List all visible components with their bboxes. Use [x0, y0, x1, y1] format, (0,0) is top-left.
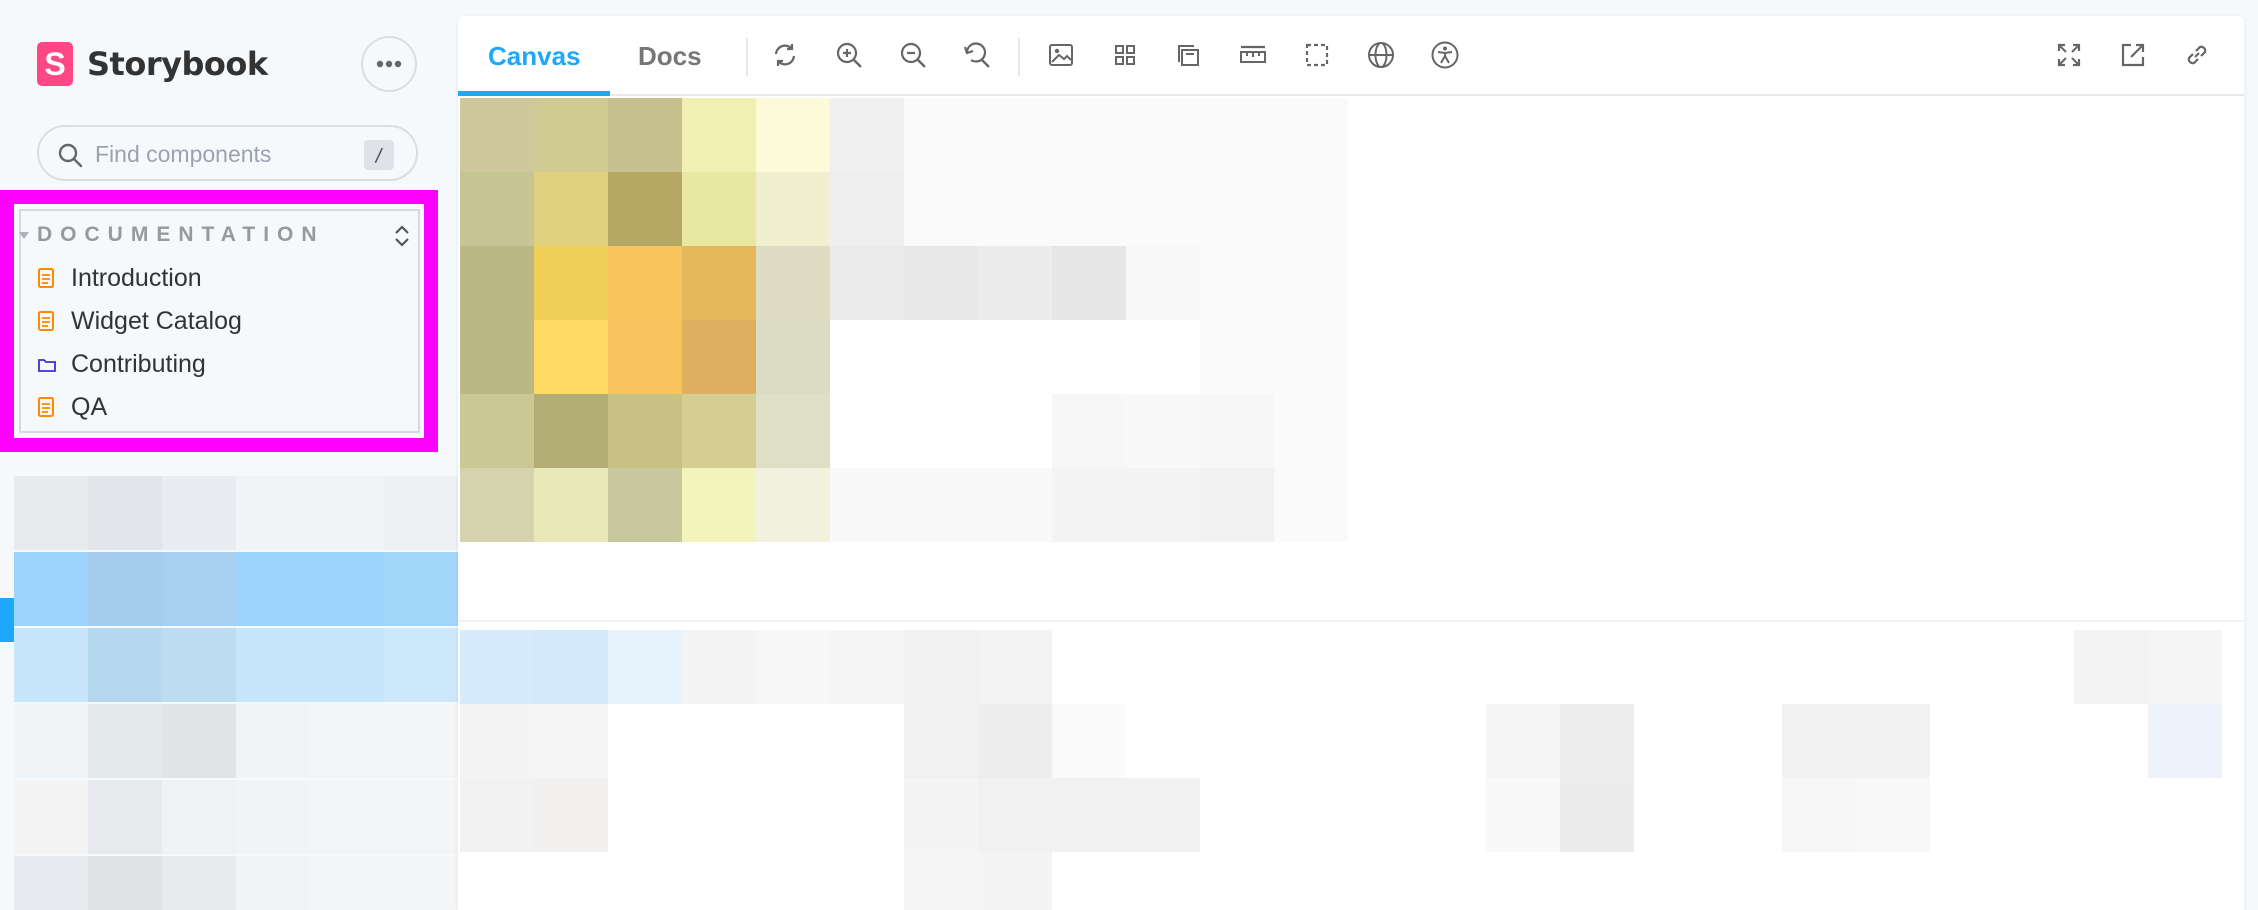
copy-link-icon [2187, 45, 2207, 65]
sidebar: S Storybook / DOCUMENTATION [0, 0, 458, 910]
zoom-out-button[interactable] [896, 38, 930, 72]
folder-icon [37, 353, 57, 375]
globe-icon [1368, 42, 1394, 68]
tree-item-introduction[interactable]: Introduction [37, 261, 202, 295]
brand-name: Storybook [87, 45, 268, 83]
measure-button[interactable] [1236, 38, 1270, 72]
ellipsis-icon [376, 60, 402, 68]
documentation-title: DOCUMENTATION [37, 223, 325, 246]
tree-item-label: Introduction [71, 263, 202, 292]
accessibility-icon [1431, 41, 1459, 69]
grid-icon [1115, 45, 1135, 65]
background-icon [1049, 44, 1073, 66]
documentation-header[interactable]: DOCUMENTATION [19, 221, 418, 251]
documentation-highlight: DOCUMENTATION Introduction Widget Catalo… [0, 190, 438, 452]
reload-icon [774, 44, 796, 66]
sidebar-menu-button[interactable] [361, 36, 417, 92]
divider [458, 620, 2244, 622]
preview-toolbar: Canvas Docs [458, 16, 2244, 96]
tab-label: Canvas [488, 40, 581, 71]
document-icon [37, 267, 57, 289]
document-icon [37, 396, 57, 418]
open-new-tab-button[interactable] [2116, 38, 2150, 72]
tab-docs[interactable]: Docs [638, 16, 702, 96]
active-tab-indicator [458, 91, 610, 96]
logo-letter: S [44, 45, 66, 82]
outline-button[interactable] [1300, 38, 1334, 72]
documentation-section: DOCUMENTATION Introduction Widget Catalo… [19, 209, 420, 433]
document-icon [37, 310, 57, 332]
viewport-icon [1178, 45, 1199, 66]
viewport-button[interactable] [1172, 38, 1206, 72]
toolbar-divider [1018, 38, 1020, 76]
expand-collapse-icon[interactable] [393, 223, 411, 249]
search-box[interactable]: / [37, 125, 418, 181]
brand[interactable]: S Storybook [37, 40, 268, 88]
search-input[interactable] [95, 135, 375, 173]
tab-label: Docs [638, 40, 702, 71]
outline-icon [1305, 43, 1329, 67]
canvas-preview[interactable] [458, 98, 2244, 910]
search-shortcut-key: / [364, 140, 394, 170]
tree-item-qa[interactable]: QA [37, 390, 107, 424]
copy-link-button[interactable] [2180, 38, 2214, 72]
tree-item-label: Widget Catalog [71, 306, 242, 335]
fullscreen-icon [2057, 43, 2081, 67]
tree-item-label: QA [71, 392, 108, 421]
reload-button[interactable] [768, 38, 802, 72]
zoom-in-button[interactable] [832, 38, 866, 72]
selected-item-indicator [0, 598, 14, 642]
tab-canvas[interactable]: Canvas [488, 16, 581, 96]
tree-item-widget-catalog[interactable]: Widget Catalog [37, 304, 242, 338]
preview-panel: Canvas Docs [458, 16, 2244, 910]
grid-button[interactable] [1108, 38, 1142, 72]
background-button[interactable] [1044, 38, 1078, 72]
toolbar-divider [746, 38, 748, 76]
collapse-caret-icon [19, 232, 29, 239]
search-icon [58, 143, 83, 168]
zoom-reset-button[interactable] [960, 38, 994, 72]
locale-button[interactable] [1364, 38, 1398, 72]
accessibility-button[interactable] [1428, 38, 1462, 72]
zoom-out-icon [900, 42, 926, 68]
zoom-reset-icon [963, 42, 990, 68]
measure-icon [1240, 45, 1266, 63]
tree-item-contributing[interactable]: Contributing [37, 347, 206, 381]
storybook-logo: S [37, 42, 73, 86]
open-new-tab-icon [2121, 43, 2145, 67]
tree-item-label: Contributing [71, 349, 206, 378]
fullscreen-button[interactable] [2052, 38, 2086, 72]
zoom-in-icon [836, 42, 862, 68]
